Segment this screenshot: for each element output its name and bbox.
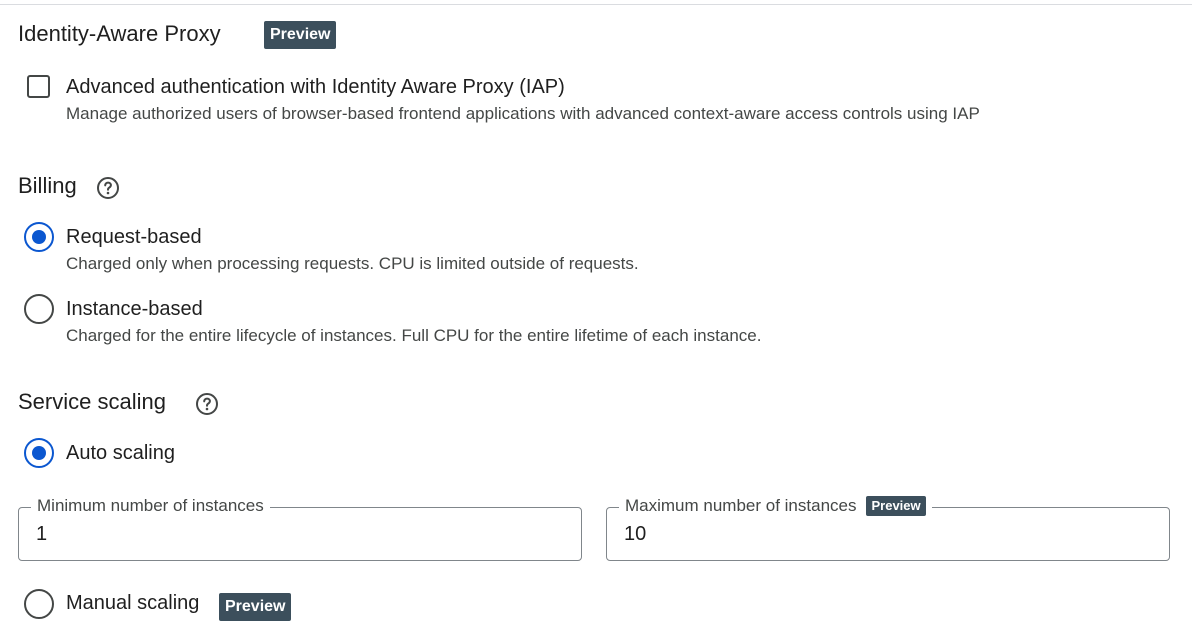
max-instances-label: Maximum number of instances Preview: [619, 495, 932, 517]
billing-request-based-description: Charged only when processing requests. C…: [66, 254, 639, 273]
iap-section-title: Identity-Aware Proxy: [18, 21, 221, 46]
billing-request-based-radio[interactable]: [24, 222, 54, 252]
iap-preview-badge: Preview: [264, 21, 337, 49]
billing-instance-based-description: Charged for the entire lifecycle of inst…: [66, 326, 762, 345]
billing-request-based-label[interactable]: Request-based: [66, 225, 202, 249]
max-instances-input[interactable]: [624, 522, 1159, 546]
scaling-section-title: Service scaling: [18, 389, 166, 414]
manual-scaling-label[interactable]: Manual scaling: [66, 591, 199, 615]
max-instances-label-text: Maximum number of instances: [625, 496, 857, 515]
billing-instance-based-radio[interactable]: [24, 294, 54, 324]
billing-instance-based-label[interactable]: Instance-based: [66, 297, 203, 321]
min-instances-label-text: Minimum number of instances: [37, 496, 264, 515]
max-instances-field[interactable]: Maximum number of instances Preview: [606, 495, 1170, 561]
billing-help-icon[interactable]: [96, 176, 120, 200]
manual-scaling-radio[interactable]: [24, 589, 54, 619]
scaling-help-icon[interactable]: [195, 392, 219, 416]
min-instances-field[interactable]: Minimum number of instances: [18, 495, 582, 561]
iap-checkbox[interactable]: [27, 75, 50, 98]
auto-scaling-label[interactable]: Auto scaling: [66, 441, 175, 465]
min-instances-input[interactable]: [36, 522, 571, 546]
min-instances-label: Minimum number of instances: [31, 495, 270, 517]
billing-section-title: Billing: [18, 173, 77, 198]
auto-scaling-radio[interactable]: [24, 438, 54, 468]
manual-scaling-preview-badge: Preview: [219, 593, 292, 621]
top-divider: [0, 4, 1192, 5]
iap-checkbox-description: Manage authorized users of browser-based…: [66, 104, 980, 123]
max-instances-preview-badge: Preview: [866, 496, 926, 516]
iap-checkbox-label[interactable]: Advanced authentication with Identity Aw…: [66, 75, 565, 99]
